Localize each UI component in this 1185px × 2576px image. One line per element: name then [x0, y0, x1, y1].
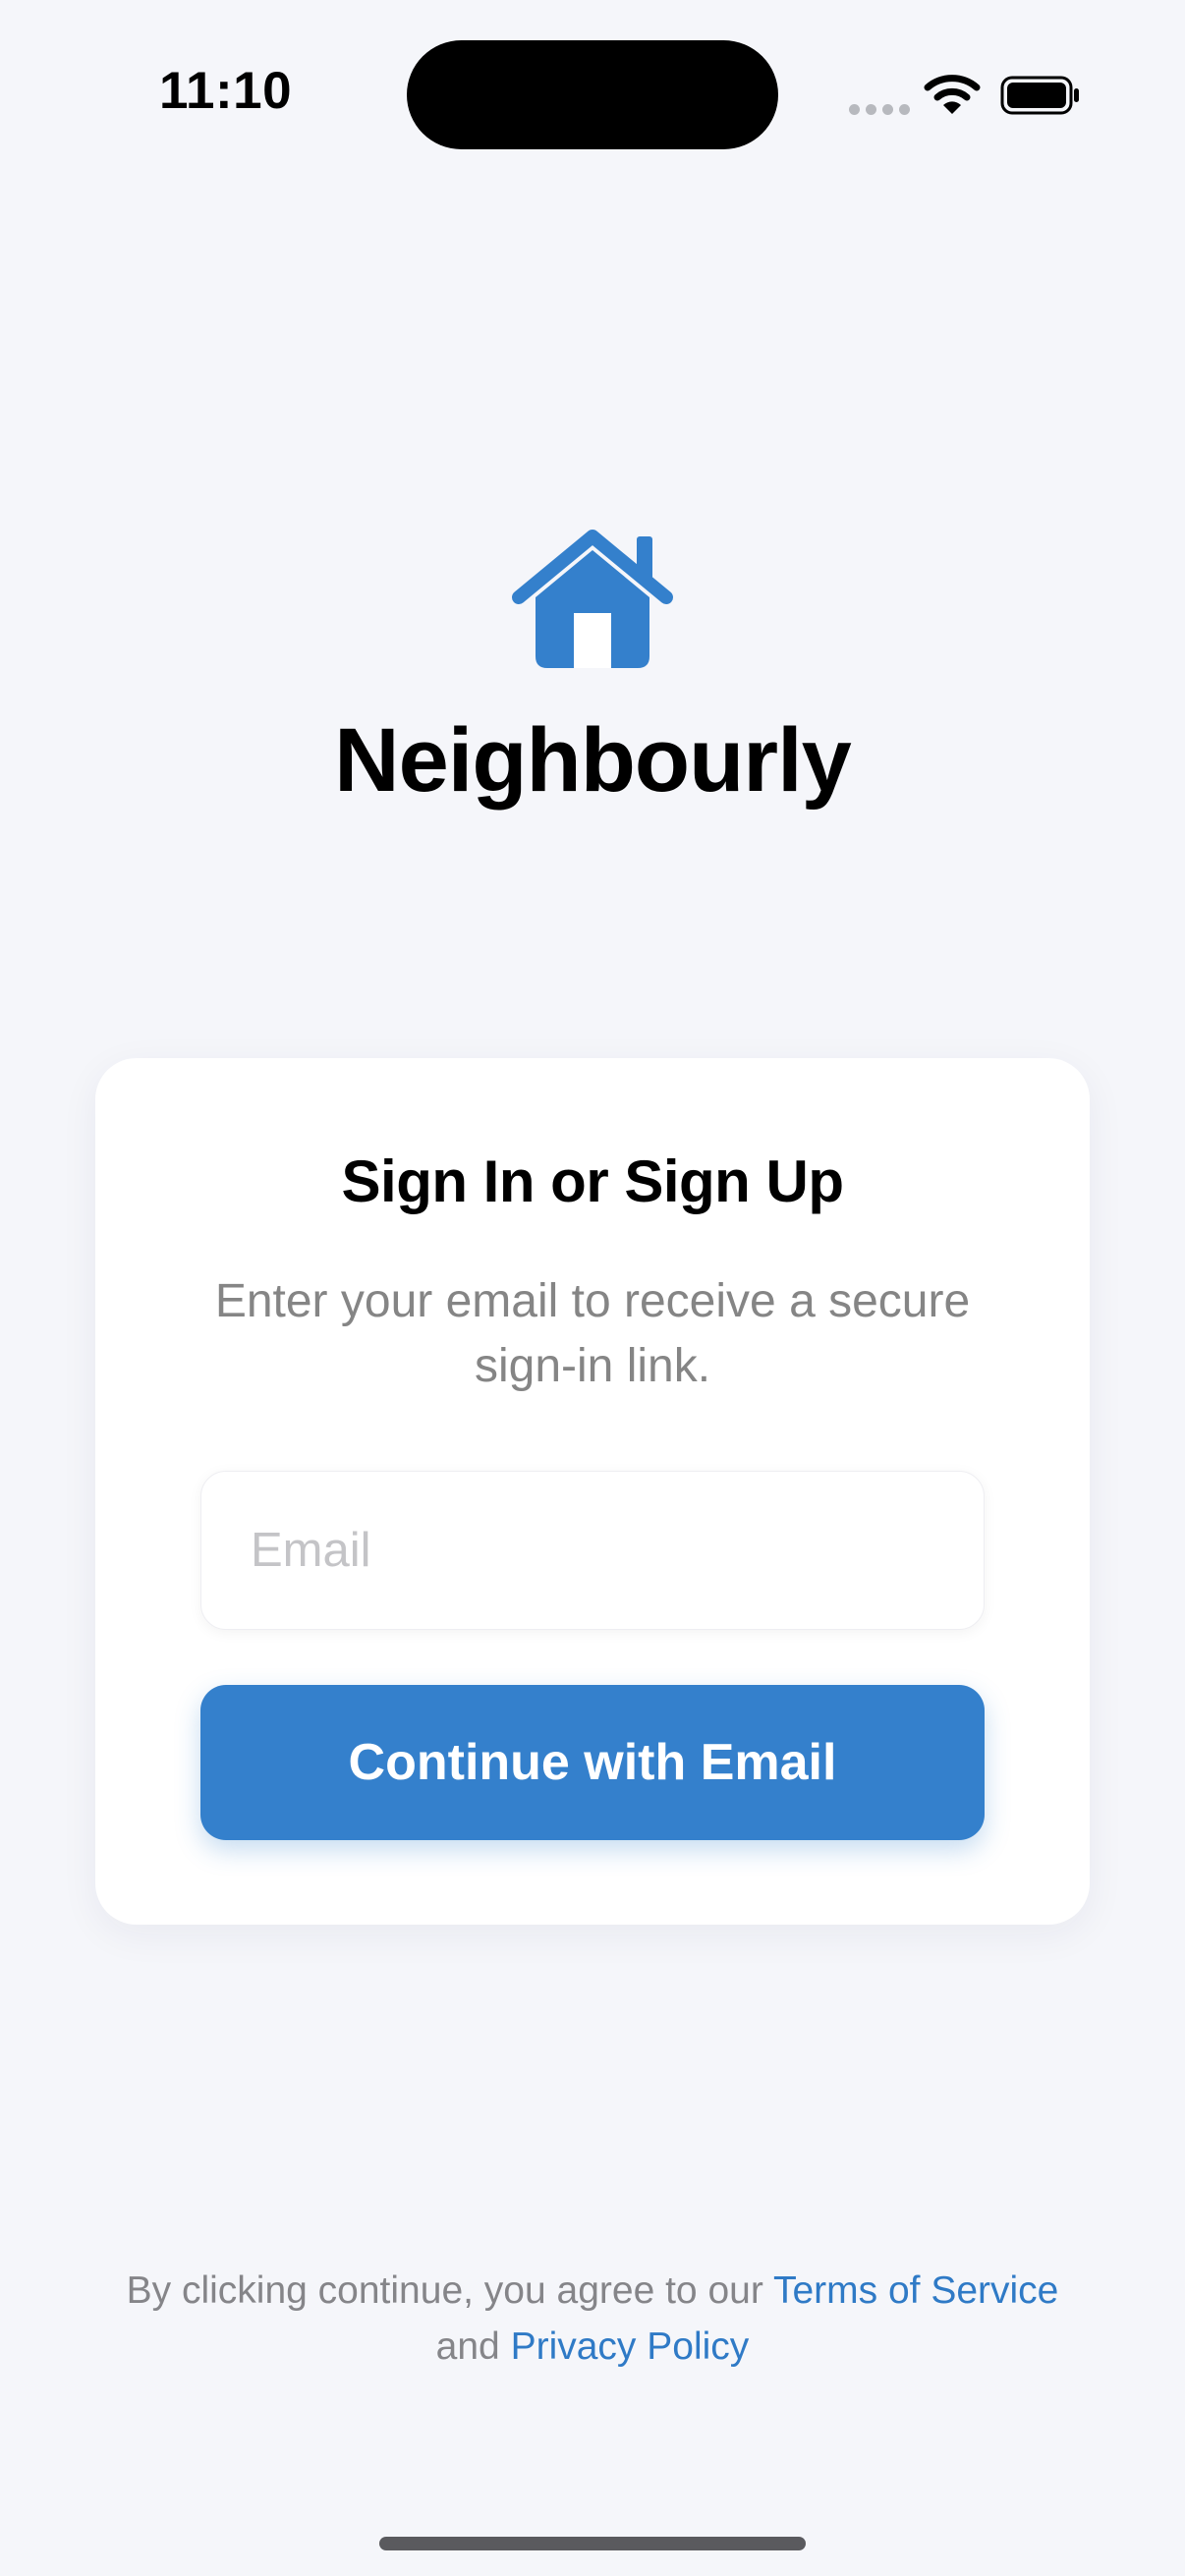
legal-notice-conjunction: and — [435, 2325, 511, 2368]
auth-card: Sign In or Sign Up Enter your email to r… — [95, 1058, 1090, 1925]
email-input[interactable] — [200, 1471, 985, 1630]
terms-of-service-link[interactable]: Terms of Service — [773, 2269, 1058, 2312]
house-icon — [512, 530, 673, 668]
continue-with-email-button[interactable]: Continue with Email — [200, 1685, 985, 1840]
app-title: Neighbourly — [334, 710, 852, 811]
privacy-policy-link[interactable]: Privacy Policy — [511, 2325, 750, 2368]
card-title: Sign In or Sign Up — [341, 1148, 844, 1214]
dynamic-island — [407, 40, 778, 149]
legal-notice: By clicking continue, you agree to our T… — [59, 2263, 1126, 2375]
status-time: 11:10 — [159, 62, 293, 120]
battery-icon — [1000, 76, 1079, 115]
home-indicator[interactable] — [379, 2537, 806, 2550]
wifi-icon — [924, 75, 981, 114]
card-subtitle: Enter your email to receive a secure sig… — [214, 1275, 971, 1392]
signal-dots-icon — [849, 104, 910, 115]
legal-notice-prefix: By clicking continue, you agree to our — [126, 2269, 773, 2312]
